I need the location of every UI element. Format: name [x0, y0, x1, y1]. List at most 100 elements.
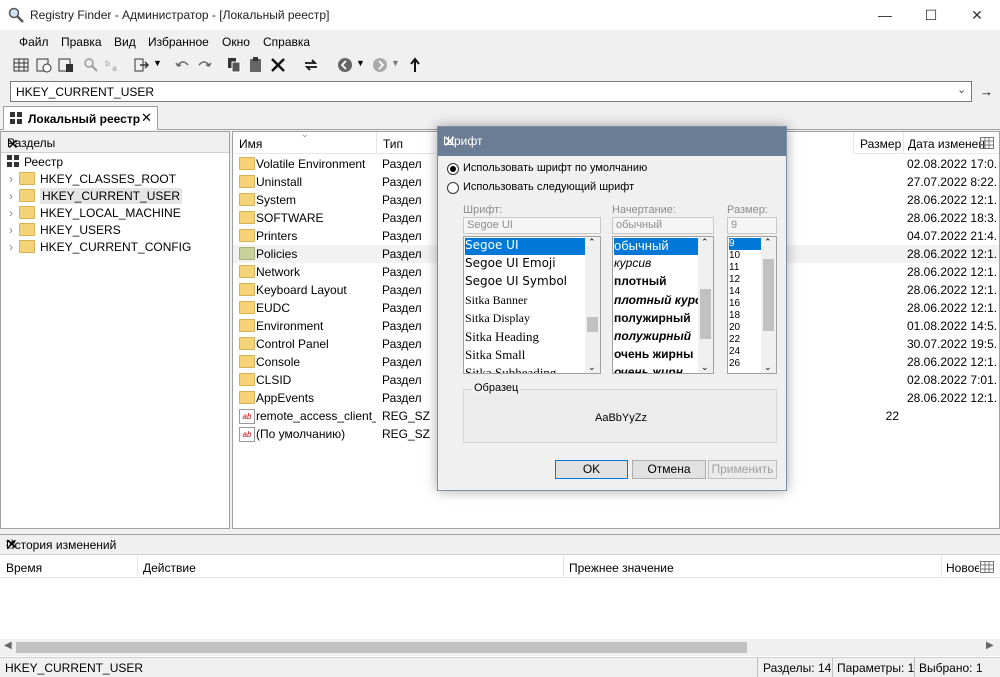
style-list-scrollbar[interactable]: ⌃ ⌄	[698, 237, 713, 373]
radio-custom-font[interactable]	[447, 182, 459, 194]
style-list-item[interactable]: полужирный	[614, 311, 691, 325]
paste-icon[interactable]	[247, 56, 265, 74]
export-dropdown-icon[interactable]: ▼	[153, 58, 162, 68]
forward-icon[interactable]	[371, 56, 389, 74]
address-input[interactable]: HKEY_CURRENT_USER ⌄	[10, 81, 972, 102]
delete-icon[interactable]	[269, 56, 287, 74]
style-list-item[interactable]: очень жирны	[614, 347, 693, 361]
menu-help[interactable]: Справка	[263, 35, 310, 49]
registry-save-icon[interactable]	[57, 56, 75, 74]
size-list-item[interactable]: 24	[729, 346, 740, 358]
scroll-thumb[interactable]	[16, 642, 747, 653]
style-list-item[interactable]: очень жирн	[614, 365, 683, 373]
radio-default-font[interactable]	[447, 163, 459, 175]
tree-item-users[interactable]: › HKEY_USERS	[9, 223, 121, 241]
history-col-time[interactable]: Время	[6, 561, 42, 575]
scroll-down-icon[interactable]: ⌄	[701, 362, 709, 373]
style-list-item[interactable]: плотный	[614, 274, 667, 288]
history-col-action[interactable]: Действие	[143, 561, 196, 575]
address-dropdown-icon[interactable]: ⌄	[957, 83, 966, 96]
font-list-item[interactable]: Sitka Display	[465, 311, 530, 326]
style-list-item[interactable]: плотный курс	[614, 293, 702, 307]
radio-default-font-label[interactable]: Использовать шрифт по умолчанию	[463, 162, 647, 174]
size-list-item[interactable]: 22	[729, 334, 740, 346]
redo-icon[interactable]	[195, 56, 213, 74]
font-name-list[interactable]: Segoe UI Segoe UI Emoji Segoe UI Symbol …	[463, 236, 601, 374]
scroll-thumb[interactable]	[587, 317, 598, 332]
menu-favorites[interactable]: Избранное	[148, 35, 209, 49]
refresh-icon[interactable]	[302, 56, 320, 74]
style-list-item[interactable]: полужирный	[614, 329, 691, 343]
font-list-item[interactable]: Sitka Small	[465, 347, 525, 363]
font-dialog-close-icon[interactable]: ✕	[443, 132, 776, 152]
ok-button[interactable]: OK	[555, 460, 628, 479]
scroll-right-icon[interactable]: ▶	[986, 640, 994, 651]
column-header-date[interactable]: Дата изменен	[903, 132, 999, 154]
close-button[interactable]: ✕	[954, 0, 1000, 30]
minimize-button[interactable]: —	[862, 0, 908, 30]
maximize-button[interactable]: ☐	[908, 0, 954, 30]
font-size-input[interactable]: 9	[727, 217, 777, 234]
chevron-right-icon[interactable]: ›	[9, 223, 13, 237]
style-list-item[interactable]: курсив	[614, 256, 651, 270]
size-list-item[interactable]: 10	[729, 250, 740, 262]
scroll-thumb[interactable]	[763, 259, 774, 331]
tab-local-registry[interactable]: Локальный реестр ✕	[3, 106, 158, 130]
tree-item-current-config[interactable]: › HKEY_CURRENT_CONFIG	[9, 240, 191, 258]
history-col-old-value[interactable]: Прежнее значение	[569, 561, 674, 575]
size-list-item[interactable]: 11	[729, 262, 739, 274]
undo-icon[interactable]	[174, 56, 192, 74]
size-list-item[interactable]: 18	[729, 310, 740, 322]
menu-file[interactable]: Файл	[19, 35, 49, 49]
scroll-up-icon[interactable]: ⌃	[588, 237, 596, 248]
radio-custom-font-label[interactable]: Использовать следующий шрифт	[463, 181, 634, 193]
scroll-down-icon[interactable]: ⌄	[764, 362, 772, 373]
style-list-item[interactable]: обычный	[614, 238, 698, 255]
registry-grid-icon[interactable]	[12, 56, 30, 74]
size-list-item[interactable]: 26	[729, 358, 740, 370]
apply-button[interactable]: Применить	[708, 460, 777, 479]
size-list-item[interactable]: 9	[729, 238, 761, 250]
registry-globe-icon[interactable]	[35, 56, 53, 74]
scroll-left-icon[interactable]: ◀	[4, 640, 12, 651]
column-chooser-icon[interactable]	[980, 561, 994, 573]
replace-icon[interactable]: ba	[104, 56, 122, 74]
size-list-item[interactable]: 20	[729, 322, 740, 334]
column-header-name[interactable]: Имя ⌄	[233, 129, 376, 154]
chevron-right-icon[interactable]: ›	[9, 189, 13, 203]
font-list-item[interactable]: Segoe UI Symbol	[465, 274, 567, 288]
font-list-item[interactable]: Sitka Heading	[465, 329, 539, 345]
chevron-right-icon[interactable]: ›	[9, 240, 13, 254]
column-header-size[interactable]: Размер	[853, 132, 903, 154]
back-icon[interactable]	[336, 56, 354, 74]
up-icon[interactable]	[406, 56, 424, 74]
size-list-item[interactable]: 12	[729, 274, 740, 286]
font-name-input[interactable]: Segoe UI	[463, 217, 601, 234]
back-dropdown-icon[interactable]: ▼	[356, 58, 365, 68]
column-chooser-icon[interactable]	[980, 137, 994, 149]
menu-view[interactable]: Вид	[114, 35, 136, 49]
scroll-down-icon[interactable]: ⌄	[588, 362, 596, 373]
font-size-list[interactable]: 9 10 11 12 14 16 18 20 22 24 26 ⌃ ⌄	[727, 236, 777, 374]
font-list-item[interactable]: Sitka Banner	[465, 293, 527, 308]
font-list-item[interactable]: Sitka Subheading	[465, 365, 556, 373]
tree-pane-close-icon[interactable]: ✕	[7, 136, 223, 153]
go-arrow-icon[interactable]: →	[980, 84, 993, 99]
size-list-item[interactable]: 14	[729, 286, 740, 298]
font-style-input[interactable]: обычный	[612, 217, 714, 234]
font-list-scrollbar[interactable]: ⌃ ⌄	[585, 237, 600, 373]
menu-window[interactable]: Окно	[222, 35, 250, 49]
history-close-icon[interactable]: ✕	[6, 536, 994, 553]
font-style-list[interactable]: обычный курсив плотный плотный курс полу…	[612, 236, 714, 374]
font-list-item[interactable]: Segoe UI Emoji	[465, 256, 556, 270]
scroll-thumb[interactable]	[700, 289, 711, 339]
tree-item-local-machine[interactable]: › HKEY_LOCAL_MACHINE	[9, 206, 181, 224]
chevron-right-icon[interactable]: ›	[9, 172, 13, 186]
size-list-scrollbar[interactable]: ⌃ ⌄	[761, 237, 776, 373]
menu-edit[interactable]: Правка	[61, 35, 102, 49]
scroll-up-icon[interactable]: ⌃	[701, 237, 709, 248]
size-list-item[interactable]: 16	[729, 298, 740, 310]
font-list-item[interactable]: Segoe UI	[465, 238, 585, 255]
tab-close-icon[interactable]: ✕	[141, 110, 152, 126]
copy-icon[interactable]	[225, 56, 243, 74]
